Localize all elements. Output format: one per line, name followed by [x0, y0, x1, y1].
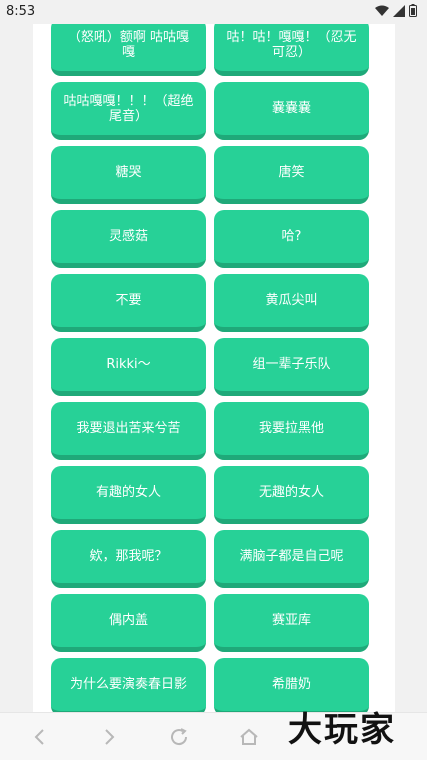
watermark-logo: 大玩家 — [288, 710, 396, 750]
sound-button[interactable]: 组一辈子乐队 — [214, 338, 369, 396]
sound-button[interactable]: 为什么要演奏春日影 — [51, 658, 206, 712]
sound-button[interactable]: 不要 — [51, 274, 206, 332]
sound-button[interactable]: 有趣的女人 — [51, 466, 206, 524]
sound-button[interactable]: 黄瓜尖叫 — [214, 274, 369, 332]
soundboard-panel: （怒吼）额啊 咕咕嘎嘎 咕！咕！嘎嘎！（忍无可忍） 咕咕嘎嘎！！！（超绝尾音） 嚢嚢嚢… — [33, 24, 395, 712]
sound-button[interactable]: 灵感菇 — [51, 210, 206, 268]
sound-button[interactable]: 欸，那我呢？ — [51, 530, 206, 588]
home-icon[interactable] — [237, 725, 261, 749]
sound-button[interactable]: 嚢嚢嚢 — [214, 82, 369, 140]
back-icon[interactable] — [28, 725, 52, 749]
sound-button[interactable]: 咕咕嘎嘎！！！（超绝尾音） — [51, 82, 206, 140]
sound-button[interactable]: 赛亚库 — [214, 594, 369, 652]
status-time: 8:53 — [6, 4, 36, 19]
sound-button[interactable]: 糖哭 — [51, 146, 206, 204]
sound-button[interactable]: 我要拉黑他 — [214, 402, 369, 460]
sound-button[interactable]: 偶内盖 — [51, 594, 206, 652]
sound-button[interactable]: Rikki～ — [51, 338, 206, 396]
wifi-icon — [375, 5, 389, 16]
battery-icon — [409, 4, 417, 17]
sound-button[interactable]: 无趣的女人 — [214, 466, 369, 524]
refresh-icon[interactable] — [167, 725, 191, 749]
sound-button[interactable]: 我要退出苦来兮苦 — [51, 402, 206, 460]
sound-button[interactable]: 满脑子都是自己呢 — [214, 530, 369, 588]
signal-icon — [393, 4, 405, 17]
sound-button[interactable]: （怒吼）额啊 咕咕嘎嘎 — [51, 24, 206, 76]
forward-icon[interactable] — [97, 725, 121, 749]
sound-button[interactable]: 哈? — [214, 210, 369, 268]
sound-button-grid: （怒吼）额啊 咕咕嘎嘎 咕！咕！嘎嘎！（忍无可忍） 咕咕嘎嘎！！！（超绝尾音） 嚢嚢嚢… — [51, 24, 369, 712]
status-bar: 8:53 — [0, 0, 427, 24]
sound-button[interactable]: 唐笑 — [214, 146, 369, 204]
status-icons — [375, 4, 417, 17]
sound-button[interactable]: 咕！咕！嘎嘎！（忍无可忍） — [214, 24, 369, 76]
